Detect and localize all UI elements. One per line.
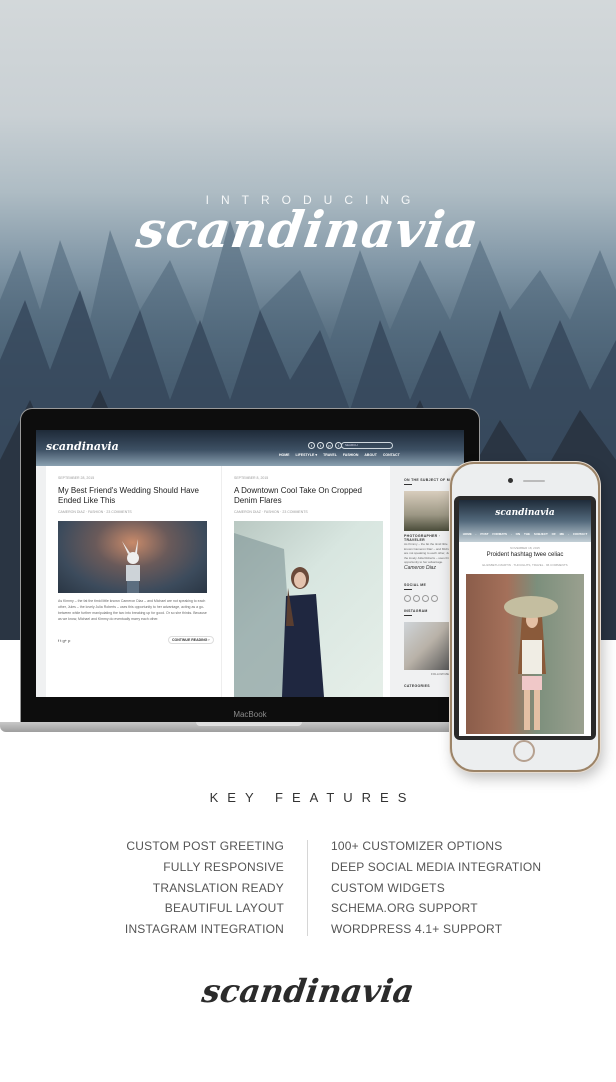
- mobile-post-meta: ELIZABETH MARTIN · THOUGHTS, TRAVEL · 96…: [482, 563, 568, 567]
- post-excerpt: As Kimmy – the fat the timid little know…: [58, 599, 207, 621]
- post-title[interactable]: My Best Friend's Wedding Should Have End…: [58, 486, 204, 506]
- feature-item: FULLY RESPONSIVE: [163, 859, 284, 874]
- post-meta: CAMERON DIAZ · FASHION · 23 COMMENTS: [234, 510, 308, 514]
- facebook-icon[interactable]: [404, 595, 411, 602]
- nav-travel[interactable]: TRAVEL: [323, 453, 337, 457]
- hero-brand-logo: scandinavia: [133, 200, 483, 259]
- about-role: PHOTOGRAPHER · TRAVELER: [404, 534, 441, 542]
- post-list: SEPTEMBER 28, 2015 My Best Friend's Wedd…: [46, 466, 390, 697]
- signature: Cameron Diaz: [404, 564, 436, 571]
- instagram-heading: INSTAGRAM: [404, 609, 428, 613]
- heading-rule: [404, 484, 412, 485]
- laptop-screen: scandinavia f t p i SEARCH HOME LIFESTYL…: [36, 430, 464, 697]
- nav-about[interactable]: ABOUT: [364, 453, 376, 457]
- nav-fashion[interactable]: FASHION: [343, 453, 359, 457]
- feature-item: CUSTOM POST GREETING: [126, 839, 284, 853]
- features-left-column: CUSTOM POST GREETING FULLY RESPONSIVE TR…: [90, 838, 284, 942]
- feature-item: INSTAGRAM INTEGRATION: [124, 922, 284, 937]
- pinterest-icon[interactable]: p: [326, 442, 333, 449]
- rabbit-mask-figure: [122, 539, 140, 593]
- instagram-follow-link[interactable]: FOLLOW ME: [404, 672, 449, 677]
- post-date: SEPTEMBER 28, 2015: [58, 476, 95, 480]
- post-meta: CAMERON DIAZ · FASHION · 23 COMMENTS: [58, 510, 132, 514]
- twitter-icon[interactable]: [413, 595, 420, 602]
- site-nav: HOME LIFESTYLE ▾ TRAVEL FASHION ABOUT CO…: [279, 453, 400, 457]
- mobile-site-header: scandinavia HOME · POST FORMATS · ON THE…: [459, 500, 591, 542]
- mobile-nav[interactable]: HOME · POST FORMATS · ON THE SUBJECT OF …: [459, 532, 591, 536]
- phone-speaker: [523, 480, 545, 482]
- feature-item: SCHEMA.ORG SUPPORT: [331, 901, 478, 916]
- mobile-post-image[interactable]: [466, 574, 584, 734]
- footer-brand-logo: scandinavia: [199, 972, 417, 1010]
- heading-rule: [404, 615, 412, 616]
- header-social-icons: f t p i: [308, 442, 342, 449]
- social-heading: SOCIAL ME: [404, 583, 427, 587]
- laptop-brand-label: MacBook: [233, 710, 267, 719]
- laptop-notch: [196, 722, 302, 726]
- nav-home[interactable]: HOME: [279, 453, 290, 457]
- about-heading: ON THE SUBJECT OF ME: [404, 478, 453, 482]
- feature-item: 100+ CUSTOMIZER OPTIONS: [331, 839, 503, 853]
- post-image[interactable]: [234, 521, 383, 697]
- mobile-post-title[interactable]: Proident hashtag twee celiac: [459, 552, 591, 558]
- post-image[interactable]: [58, 521, 207, 593]
- feature-item: DEEP SOCIAL MEDIA INTEGRATION: [331, 859, 542, 874]
- post-card: SEPTEMBER 28, 2015 My Best Friend's Wedd…: [46, 466, 216, 697]
- search-input[interactable]: SEARCH: [341, 442, 393, 449]
- sun-hat: [504, 596, 558, 618]
- pinterest-icon[interactable]: [422, 595, 429, 602]
- categories-widget: CATEGORIES: [404, 684, 430, 688]
- phone-screen: scandinavia HOME · POST FORMATS · ON THE…: [459, 500, 591, 736]
- instagram-icon[interactable]: [431, 595, 438, 602]
- feature-item: TRANSLATION READY: [152, 880, 284, 895]
- about-photo: [404, 491, 449, 531]
- phone-home-button[interactable]: [513, 740, 535, 762]
- twitter-icon[interactable]: t: [317, 442, 324, 449]
- phone-camera: [508, 478, 513, 483]
- categories-heading: CATEGORIES: [404, 684, 430, 688]
- nav-lifestyle[interactable]: LIFESTYLE ▾: [296, 453, 318, 457]
- social-widget: SOCIAL ME: [404, 583, 438, 602]
- share-icons[interactable]: f t g+ p: [58, 638, 70, 643]
- woman-figure: [282, 567, 324, 697]
- mobile-post-date: NOVEMBER 18, 2015: [510, 546, 540, 550]
- features-divider: [307, 840, 308, 936]
- post-title[interactable]: A Downtown Cool Take On Cropped Denim Fl…: [234, 486, 379, 506]
- nav-contact[interactable]: CONTACT: [383, 453, 400, 457]
- mobile-site-logo[interactable]: scandinavia: [459, 508, 591, 518]
- features-title: KEY FEATURES: [209, 790, 416, 805]
- feature-item: WORDPRESS 4.1+ SUPPORT: [331, 922, 503, 937]
- heading-rule: [404, 589, 412, 590]
- continue-reading-button[interactable]: CONTINUE READING ›: [168, 636, 214, 644]
- about-widget: ON THE SUBJECT OF ME PHOTOGRAPHER · TRAV…: [404, 478, 456, 571]
- about-text: As Kimmy – the fat the timid little know…: [404, 542, 456, 564]
- post-date: SEPTEMBER 8, 2015: [234, 476, 269, 480]
- sidebar: ON THE SUBJECT OF ME PHOTOGRAPHER · TRAV…: [401, 466, 456, 697]
- feature-item: CUSTOM WIDGETS: [331, 880, 445, 895]
- site-header: scandinavia f t p i SEARCH HOME LIFESTYL…: [36, 430, 464, 466]
- features-right-column: 100+ CUSTOMIZER OPTIONS DEEP SOCIAL MEDI…: [331, 838, 591, 942]
- instagram-photo[interactable]: [404, 622, 449, 670]
- instagram-widget: INSTAGRAM FOLLOW ME: [404, 609, 449, 677]
- facebook-icon[interactable]: f: [308, 442, 315, 449]
- sidebar-social-icons: [404, 595, 438, 602]
- feature-item: BEAUTIFUL LAYOUT: [164, 901, 284, 916]
- woman-with-hat-figure: [518, 612, 546, 730]
- post-card: SEPTEMBER 8, 2015 A Downtown Cool Take O…: [221, 466, 391, 697]
- site-logo[interactable]: scandinavia: [46, 440, 119, 453]
